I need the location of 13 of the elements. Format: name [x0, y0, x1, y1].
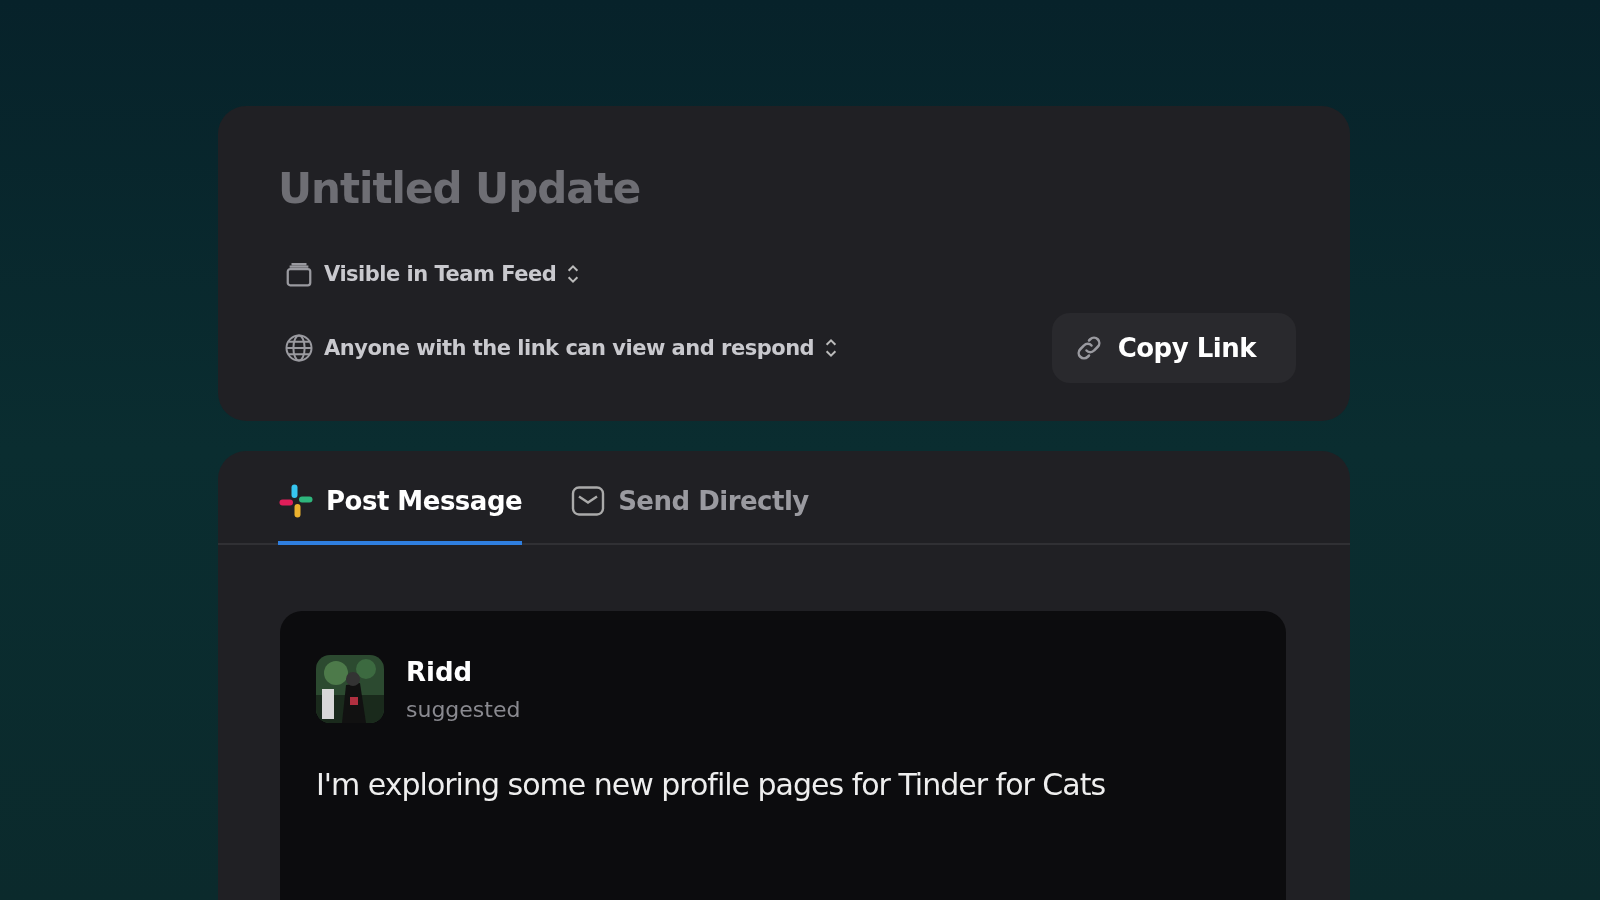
chevron-updown-icon — [824, 337, 839, 359]
author-status: suggested — [406, 696, 521, 722]
tab[interactable]: Post Message — [278, 479, 523, 545]
tab[interactable]: Send Directly — [570, 479, 809, 545]
chevron-updown-icon — [566, 263, 581, 285]
message-text: I'm exploring some new profile pages for Tinder for Cats — [316, 767, 1107, 802]
globe-icon — [284, 333, 314, 363]
access-select[interactable]: Anyone with the link can view and respond — [278, 325, 845, 371]
author-name: Ridd — [406, 656, 474, 687]
mail-icon — [570, 483, 607, 519]
pinwheel-icon — [278, 483, 314, 519]
copy-link-button[interactable]: Copy Link — [1051, 313, 1296, 383]
visibility-select[interactable]: Visible in Team Feed — [278, 251, 587, 297]
